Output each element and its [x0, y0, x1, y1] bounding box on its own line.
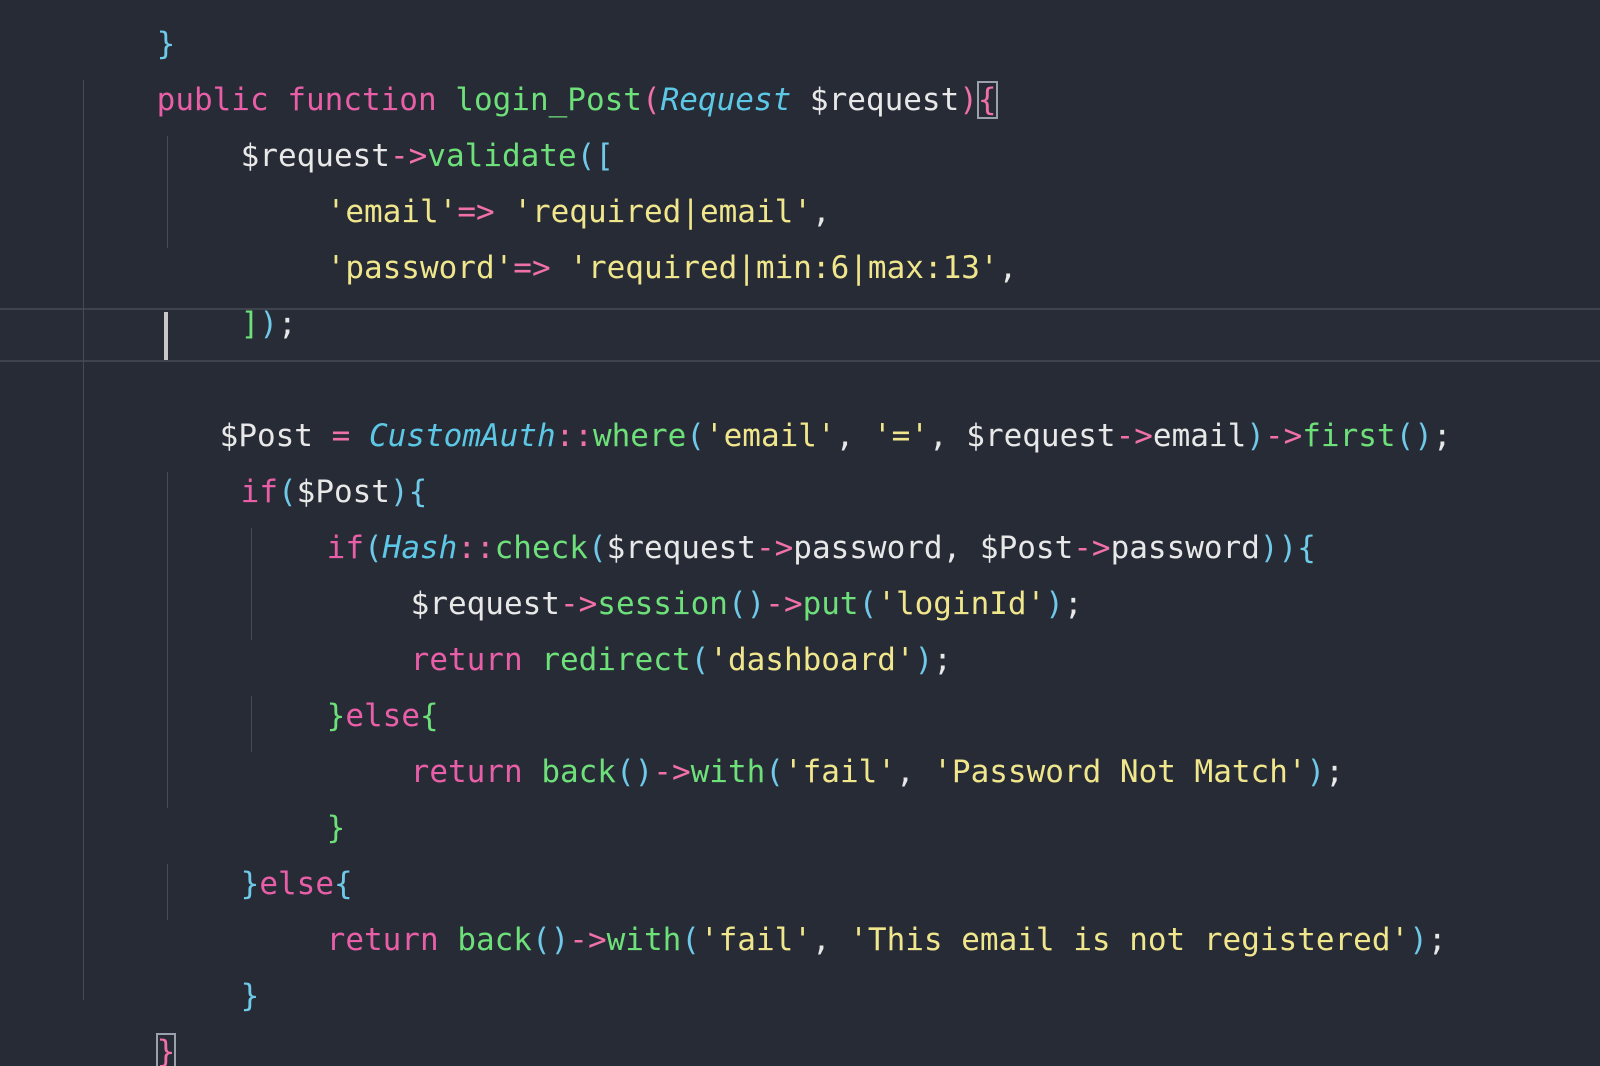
punctuation: ;: [933, 642, 952, 678]
string: 'email': [704, 418, 836, 454]
punctuation: ): [1306, 754, 1326, 790]
punctuation: ): [959, 82, 978, 118]
text-cursor: [164, 312, 168, 360]
string: 'This email is not registered': [849, 922, 1410, 958]
punctuation: (: [690, 642, 710, 678]
code-line[interactable]: if($Post){: [166, 420, 428, 510]
punctuation: )){: [1259, 530, 1316, 566]
string: 'fail': [783, 754, 896, 790]
code-line[interactable]: }: [82, 0, 176, 62]
punctuation: (: [765, 754, 784, 790]
operator: ->: [569, 922, 607, 958]
code-line[interactable]: }: [82, 980, 177, 1066]
punctuation: ): [914, 642, 934, 678]
bracket-match: }: [155, 1033, 177, 1066]
punctuation: ,: [895, 754, 934, 790]
operator: ::: [555, 418, 593, 454]
code-line[interactable]: 'email'=> 'required|email',: [252, 140, 831, 230]
keyword: return: [326, 922, 439, 958]
brace: }: [240, 978, 260, 1014]
variable: $request: [966, 418, 1116, 454]
code-line[interactable]: $request->session()->put('loginId');: [336, 532, 1083, 622]
string: 'Password Not Match': [933, 754, 1307, 790]
punctuation: (): [615, 754, 654, 790]
punctuation: ;: [1427, 922, 1447, 958]
punctuation: ,: [835, 418, 873, 454]
function-name: back: [541, 754, 616, 790]
bracket-match: {: [976, 81, 998, 119]
code-line[interactable]: return redirect('dashboard');: [336, 588, 952, 678]
method-name: first: [1302, 418, 1396, 454]
punctuation: ): [1045, 586, 1064, 622]
code-line[interactable]: public function login_Post(Request $requ…: [82, 28, 998, 119]
function-name: redirect: [541, 642, 691, 678]
code-line[interactable]: return back()->with('fail', 'This email …: [252, 868, 1447, 958]
indent-guide: [83, 80, 84, 1000]
string: '=': [872, 418, 929, 454]
code-line[interactable]: return back()->with('fail', 'Password No…: [336, 700, 1344, 790]
punctuation: ,: [811, 922, 850, 958]
string: 'password': [326, 250, 514, 286]
punctuation: ;: [1432, 418, 1452, 454]
punctuation: ]: [240, 306, 260, 342]
punctuation: (): [531, 922, 570, 958]
code-line[interactable]: $Post = CustomAuth::where('email', '=', …: [145, 364, 1452, 454]
punctuation: ): [1409, 922, 1428, 958]
code-line[interactable]: }: [252, 756, 346, 846]
code-line[interactable]: }else{: [166, 812, 353, 902]
code-line[interactable]: $request->validate([: [166, 84, 614, 174]
function-name: back: [457, 922, 532, 958]
property: email: [1152, 418, 1247, 454]
code-line[interactable]: }else{: [252, 644, 439, 734]
operator: =>: [513, 250, 551, 286]
punctuation: ): [1246, 418, 1265, 454]
punctuation: (): [1395, 418, 1433, 454]
punctuation: ;: [1063, 586, 1083, 622]
method-name: with: [690, 754, 766, 790]
punctuation: (: [686, 418, 705, 454]
punctuation: ;: [1325, 754, 1344, 790]
code-line[interactable]: if(Hash::check($request->password, $Post…: [252, 476, 1316, 566]
punctuation: ;: [278, 306, 297, 342]
method-name: where: [592, 418, 687, 454]
variable: $request: [791, 82, 960, 118]
operator: ->: [1115, 418, 1153, 454]
code-line[interactable]: 'password'=> 'required|min:6|max:13',: [252, 196, 1018, 286]
property: password: [1110, 530, 1260, 566]
string: 'fail': [699, 922, 812, 958]
string: 'dashboard': [709, 642, 915, 678]
code-editor[interactable]: } public function login_Post(Request $re…: [0, 0, 1600, 1066]
operator: ->: [1264, 418, 1303, 454]
operator: ->: [653, 754, 691, 790]
code-line[interactable]: }: [166, 924, 260, 1014]
code-line[interactable]: ]);: [166, 252, 297, 342]
punctuation: (: [681, 922, 700, 958]
method-name: with: [606, 922, 682, 958]
punctuation: ,: [928, 418, 967, 454]
keyword: return: [410, 754, 523, 790]
punctuation: ,: [998, 250, 1018, 286]
type-hint: Request: [660, 82, 792, 118]
punctuation: ): [259, 306, 278, 342]
string: 'required|min:6|max:13': [569, 250, 999, 286]
punctuation: (: [641, 82, 661, 118]
